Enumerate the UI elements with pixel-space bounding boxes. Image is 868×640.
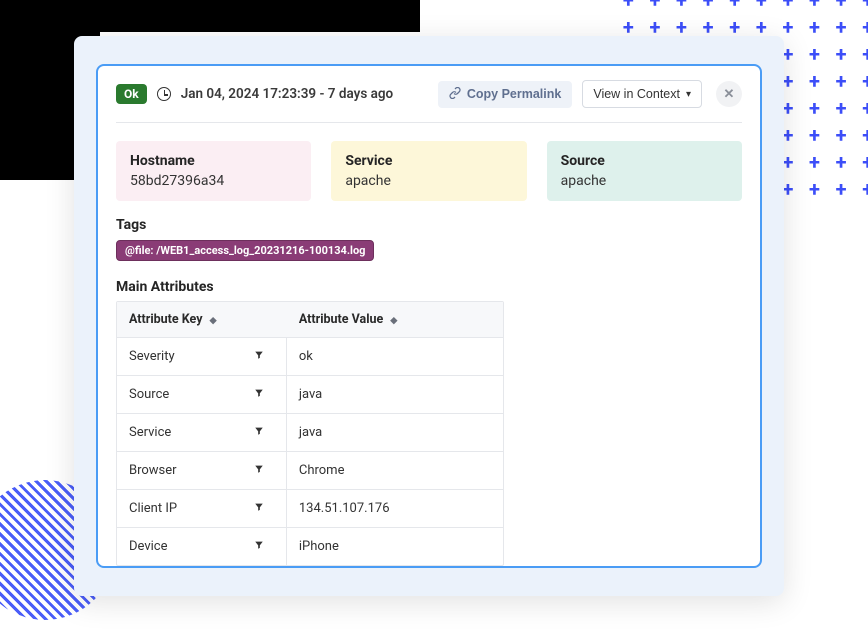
table-row: Device iPhone <box>117 528 503 565</box>
tag-chip[interactable]: @file: /WEB1_access_log_20231216-100134.… <box>116 240 374 261</box>
filter-icon <box>254 501 264 516</box>
timestamp-text: Jan 04, 2024 17:23:39 - 7 days ago <box>181 86 394 102</box>
attribute-value-cell: iPhone <box>287 528 503 565</box>
filter-cell[interactable] <box>231 490 287 528</box>
table-row: Severity ok <box>117 338 503 376</box>
attribute-key-cell: Source <box>117 376 231 414</box>
attribute-key-cell: Device <box>117 528 231 565</box>
attribute-key-cell: Service <box>117 414 231 452</box>
close-icon: ✕ <box>724 86 735 101</box>
attributes-table: Attribute Key ◆ Attribute Value ◆ Severi… <box>116 301 504 566</box>
status-badge: Ok <box>116 84 147 104</box>
table-row: Service java <box>117 414 503 452</box>
filter-icon <box>254 463 264 478</box>
chevron-down-icon: ▾ <box>686 89 691 100</box>
column-header-key-label: Attribute Key <box>129 312 203 327</box>
source-value: apache <box>561 173 728 189</box>
source-label: Source <box>561 153 728 169</box>
attribute-key-cell: Browser <box>117 452 231 490</box>
attribute-key-cell: Severity <box>117 338 231 376</box>
tags-title: Tags <box>116 217 742 233</box>
filter-cell[interactable] <box>231 528 287 565</box>
attribute-value-cell: java <box>287 414 503 452</box>
filter-icon <box>254 387 264 402</box>
tags-section: Tags @file: /WEB1_access_log_20231216-10… <box>116 217 742 261</box>
column-header-value-label: Attribute Value <box>299 312 383 327</box>
service-card: Service apache <box>331 141 526 201</box>
close-button[interactable]: ✕ <box>716 81 742 107</box>
sort-icon: ◆ <box>210 316 213 326</box>
copy-permalink-button[interactable]: Copy Permalink <box>438 81 572 108</box>
main-attributes-section: Main Attributes Attribute Key ◆ Attribut… <box>116 279 742 566</box>
hostname-value: 58bd27396a34 <box>130 173 297 189</box>
view-in-context-label: View in Context <box>593 87 680 101</box>
table-row: Client IP 134.51.107.176 <box>117 490 503 528</box>
filter-icon <box>254 539 264 554</box>
filter-cell[interactable] <box>231 452 287 490</box>
clock-icon <box>157 87 171 101</box>
attribute-value-cell: java <box>287 376 503 414</box>
info-cards-row: Hostname 58bd27396a34 Service apache Sou… <box>116 141 742 201</box>
hostname-card: Hostname 58bd27396a34 <box>116 141 311 201</box>
view-in-context-button[interactable]: View in Context ▾ <box>582 80 702 108</box>
attribute-value-cell: ok <box>287 338 503 376</box>
link-icon <box>449 87 461 102</box>
service-value: apache <box>345 173 512 189</box>
filter-icon <box>254 425 264 440</box>
copy-permalink-label: Copy Permalink <box>467 87 561 101</box>
panel-header: Ok Jan 04, 2024 17:23:39 - 7 days ago Co… <box>116 80 742 123</box>
source-card: Source apache <box>547 141 742 201</box>
filter-cell[interactable] <box>231 338 287 376</box>
sort-icon: ◆ <box>390 316 393 326</box>
service-label: Service <box>345 153 512 169</box>
column-header-key[interactable]: Attribute Key ◆ <box>117 302 287 338</box>
table-row: Browser Chrome <box>117 452 503 490</box>
log-detail-panel: Ok Jan 04, 2024 17:23:39 - 7 days ago Co… <box>96 64 762 568</box>
table-row: Source java <box>117 376 503 414</box>
filter-cell[interactable] <box>231 414 287 452</box>
attribute-value-cell: Chrome <box>287 452 503 490</box>
filter-icon <box>254 349 264 364</box>
main-attributes-title: Main Attributes <box>116 279 742 295</box>
attribute-key-cell: Client IP <box>117 490 231 528</box>
column-header-value[interactable]: Attribute Value ◆ <box>287 302 503 338</box>
hostname-label: Hostname <box>130 153 297 169</box>
attribute-value-cell: 134.51.107.176 <box>287 490 503 528</box>
log-detail-card: Ok Jan 04, 2024 17:23:39 - 7 days ago Co… <box>74 36 784 596</box>
filter-cell[interactable] <box>231 376 287 414</box>
